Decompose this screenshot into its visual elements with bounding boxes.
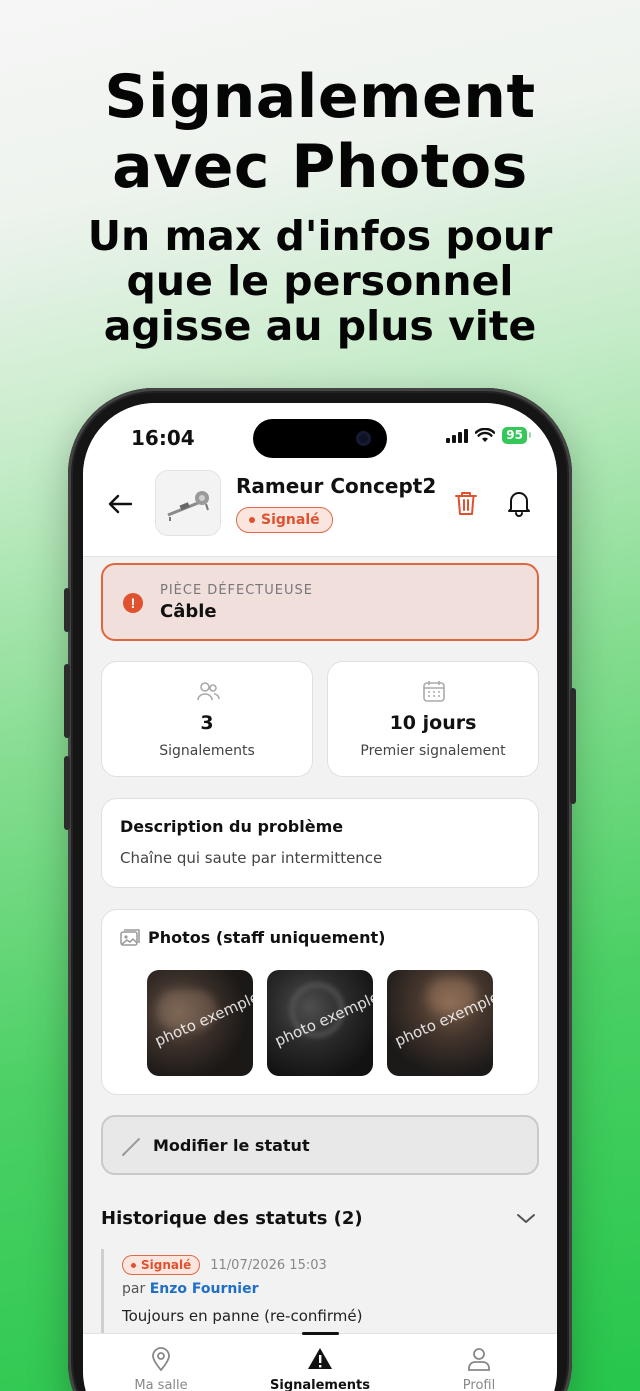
status-dot [249,517,255,523]
history-note: Toujours en panne (re-confirmé) [122,1307,363,1325]
back-arrow-icon[interactable] [105,489,135,519]
phone-frame: 16:04 95 Rameur Concept2 Signalé ! PIÈCE… [64,388,576,1391]
history-badge-label: Signalé [141,1258,192,1272]
history-author[interactable]: Enzo Fournier [150,1281,259,1297]
tab-label: Signalements [270,1378,370,1391]
phone-side-button [64,756,70,830]
tab-bar: Ma salle Signalements Profil [83,1332,557,1391]
status-time: 16:04 [131,426,195,450]
chevron-down-icon[interactable] [515,1210,537,1226]
description-card: Description du problème Chaîne qui saute… [101,798,539,888]
hero: Signalement avec Photos Un max d'infos p… [0,62,640,349]
hero-title-line: avec Photos [112,132,528,202]
status-icons: 95 [446,427,531,444]
tab-profil[interactable]: Profil [409,1346,549,1391]
trash-icon[interactable] [454,490,478,516]
signal-icon [446,428,469,443]
phone-side-button [64,588,70,632]
description-text: Chaîne qui saute par intermittence [120,849,383,867]
stat-card-reports: 3 Signalements [101,661,313,777]
history-status-badge: Signalé [122,1255,201,1275]
tab-ma-salle[interactable]: Ma salle [91,1346,231,1391]
defect-value: Câble [160,601,217,622]
warning-icon [308,1348,332,1369]
hero-title: Signalement avec Photos [0,62,640,202]
history-author-line: par Enzo Fournier [122,1281,521,1297]
modify-status-button[interactable]: Modifier le statut [101,1115,539,1175]
history-by-prefix: par [122,1281,146,1297]
stat-caption: Premier signalement [360,743,506,759]
user-icon [468,1348,490,1371]
tab-label: Profil [462,1378,496,1391]
stat-value: 10 jours [389,712,477,734]
status-dot [131,1262,136,1268]
camera-icon [356,431,371,446]
status-badge: Signalé [236,507,333,533]
image-icon [120,929,140,946]
defect-label: PIÈCE DÉFECTUEUSE [160,583,313,598]
photos-heading: Photos (staff uniquement) [148,928,386,947]
status-badge-label: Signalé [261,512,320,528]
equipment-thumbnail [156,471,220,535]
app-screen: 16:04 95 Rameur Concept2 Signalé ! PIÈCE… [83,403,557,1391]
hero-subtitle-line: agisse au plus vite [103,302,537,350]
history-date: 11/07/2026 15:03 [210,1257,327,1273]
hero-subtitle-line: Un max d'infos pour [87,212,553,260]
hero-subtitle: Un max d'infos pour que le personnel agi… [0,214,640,349]
stat-caption: Signalements [159,743,255,759]
alert-icon: ! [123,593,143,613]
tab-signalements[interactable]: Signalements [250,1346,390,1391]
photo-thumbnail[interactable]: photo exemple [267,970,373,1076]
modify-status-label: Modifier le statut [153,1136,310,1155]
photo-thumbnail[interactable]: photo exemple [387,970,493,1076]
phone-side-button [64,664,70,738]
pencil-icon [122,1138,140,1156]
equipment-title: Rameur Concept2 [236,474,437,498]
tab-active-indicator [302,1332,339,1335]
dynamic-island [253,419,387,458]
stat-value: 3 [200,712,214,734]
phone-side-button [570,688,576,804]
description-heading: Description du problème [120,817,344,836]
battery-icon: 95 [502,427,531,444]
tab-label: Ma salle [134,1378,188,1391]
calendar-icon [423,681,445,702]
photo-thumbnail[interactable]: photo exemple [147,970,253,1076]
wifi-icon [475,428,496,442]
map-pin-icon [152,1347,170,1372]
history-heading[interactable]: Historique des statuts (2) [101,1208,363,1229]
stat-card-first-report: 10 jours Premier signalement [327,661,539,777]
defect-alert-card: ! PIÈCE DÉFECTUEUSE Câble [101,563,539,641]
users-icon [197,682,220,701]
hero-title-line: Signalement [104,62,536,132]
hero-subtitle-line: que le personnel [126,257,514,305]
bell-icon[interactable] [506,489,532,517]
photos-card: Photos (staff uniquement) photo exemple … [101,909,539,1095]
